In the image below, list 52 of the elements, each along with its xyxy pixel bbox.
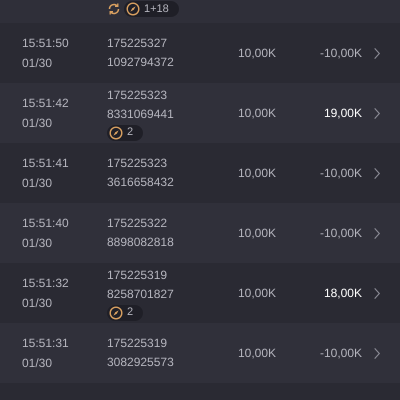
chevron-right-icon (373, 346, 381, 360)
time-text: 15:51:32 (22, 275, 70, 292)
table-row[interactable]: 15:51:42 01/30 175225323 8331069441 2 10,00K 19,00K (0, 83, 400, 143)
sync-icon (107, 2, 121, 16)
bet-amount: 10,00K (238, 346, 276, 360)
badge-count: 2 (127, 125, 134, 140)
bet-amount: 10,00K (238, 166, 276, 180)
time-text: 15:51:31 (22, 335, 70, 352)
compass-icon (109, 126, 123, 140)
badge-count: 1+18 (144, 3, 169, 15)
bet-amount: 10,00K (238, 46, 276, 60)
date-text: 01/30 (22, 55, 54, 72)
result-amount: -10,00K (320, 226, 362, 240)
result-amount: -10,00K (320, 46, 362, 60)
ticket-id: 3082925573 (107, 354, 175, 371)
chevron-right-icon (373, 46, 381, 60)
round-id: 175225319 (107, 266, 168, 284)
time-text: 15:51:41 (22, 155, 70, 172)
date-text: 01/30 (22, 355, 54, 372)
chevron-right-icon (373, 226, 381, 240)
compass-icon (109, 306, 123, 320)
date-text: 01/30 (22, 175, 54, 192)
round-id: 175225327 (107, 35, 168, 52)
result-amount: 19,00K (324, 106, 362, 120)
round-id: 175225323 (107, 155, 168, 172)
table-row[interactable]: 15:51:40 01/30 175225322 8898082818 10,00K -10,00K (0, 203, 400, 263)
bet-amount: 10,00K (238, 226, 276, 240)
ticket-id: 8258701827 (107, 286, 175, 302)
time-text: 15:51:40 (22, 215, 70, 232)
date-text: 01/30 (22, 235, 54, 252)
bet-amount: 10,00K (238, 106, 276, 120)
result-amount: -10,00K (320, 346, 362, 360)
bet-amount: 10,00K (238, 286, 276, 300)
round-id: 175225319 (107, 335, 168, 352)
ticket-id: 3616658432 (107, 174, 175, 191)
time-text: 15:51:42 (22, 95, 70, 112)
ticket-id: 1092794372 (107, 54, 175, 71)
compass-icon (126, 2, 140, 16)
chevron-right-icon (373, 166, 381, 180)
badge-count: 2 (127, 305, 134, 320)
date-text: 01/30 (22, 115, 54, 132)
chevron-right-icon (373, 286, 381, 300)
result-amount: -10,00K (320, 166, 362, 180)
date-text: 01/30 (22, 295, 54, 312)
ticket-id: 8898082818 (107, 234, 175, 251)
round-id: 175225322 (107, 215, 168, 232)
result-amount: 18,00K (324, 286, 362, 300)
table-row[interactable]: 15:51:31 01/30 175225319 3082925573 10,00K -10,00K (0, 323, 400, 383)
time-text: 15:51:50 (22, 35, 70, 52)
ticket-id: 8331069441 (107, 106, 175, 122)
round-id: 175225323 (107, 86, 168, 104)
chevron-right-icon (373, 106, 381, 120)
